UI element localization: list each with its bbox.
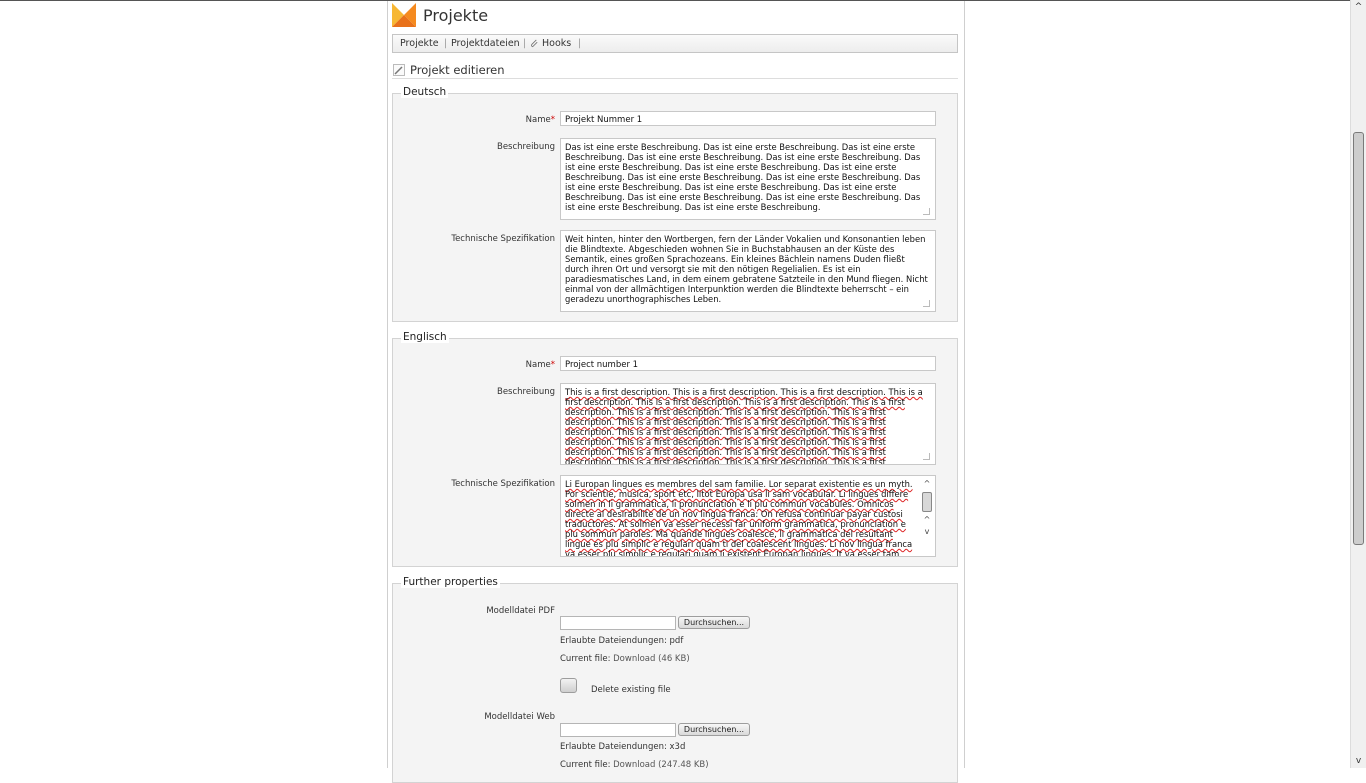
textarea-scrollbar[interactable]: ^ ^ v: [921, 479, 933, 541]
edit-heading: Projekt editieren: [392, 61, 958, 79]
fieldset-englisch: Englisch Name* Project number 1 Beschrei…: [392, 331, 958, 567]
name-label: Name*: [525, 360, 555, 370]
resize-grip-icon[interactable]: [923, 300, 930, 307]
web-file-label: Modelldatei Web: [484, 712, 555, 722]
description-label: Beschreibung: [496, 387, 555, 397]
nav-item-projektdateien[interactable]: Projektdateien: [451, 38, 520, 49]
required-marker: *: [550, 360, 555, 370]
spec-text: Weit hinten, hinter den Wortbergen, fern…: [565, 234, 928, 304]
name-label: Name*: [525, 115, 555, 125]
fieldset-deutsch: Deutsch Name* Projekt Nummer 1 Beschreib…: [392, 86, 958, 322]
required-marker: *: [550, 115, 555, 125]
download-link[interactable]: Download (247.48 KB): [613, 760, 708, 770]
web-file-input[interactable]: [560, 723, 676, 737]
fieldset-further-properties: Further properties Modelldatei PDF Durch…: [392, 576, 958, 783]
paperclip-icon: [531, 39, 538, 48]
page-scrollbar[interactable]: ^ v: [1350, 0, 1366, 768]
page-title: Projekt editieren: [410, 63, 505, 77]
spec-label: Technische Spezifikation: [451, 479, 555, 489]
page-scrollbar-thumb[interactable]: [1353, 132, 1364, 545]
nav-separator: |: [523, 38, 527, 49]
pdf-file-input[interactable]: [560, 616, 676, 630]
edit-pencil-icon: [393, 64, 405, 76]
nav-separator: |: [444, 38, 448, 49]
description-text: Das ist eine erste Beschreibung. Das ist…: [565, 142, 921, 212]
app-logo-icon: [392, 3, 416, 27]
name-input-de[interactable]: Projekt Nummer 1: [560, 111, 936, 126]
nav-separator: |: [578, 38, 582, 49]
delete-file-checkbox[interactable]: [560, 678, 577, 693]
description-text: This is a first description. This is a f…: [565, 387, 923, 465]
resize-grip-icon[interactable]: [923, 453, 930, 460]
allowed-extensions: Erlaubte Dateiendungen: pdf: [560, 636, 684, 646]
description-textarea-de[interactable]: Das ist eine erste Beschreibung. Das ist…: [560, 138, 936, 220]
current-file: Current file: Download (46 KB): [560, 654, 690, 664]
legend-deutsch: Deutsch: [401, 86, 449, 98]
spec-label: Technische Spezifikation: [451, 234, 555, 244]
browse-button[interactable]: Durchsuchen...: [678, 723, 750, 736]
nav-item-hooks[interactable]: Hooks: [542, 38, 571, 49]
spec-textarea-de[interactable]: Weit hinten, hinter den Wortbergen, fern…: [560, 230, 936, 312]
scroll-down-icon[interactable]: v: [1351, 754, 1366, 768]
nav-bar: Projekte | Projektdateien | Hooks |: [392, 34, 958, 53]
pdf-file-label: Modelldatei PDF: [486, 606, 555, 616]
browse-button[interactable]: Durchsuchen...: [678, 616, 750, 629]
description-textarea-en[interactable]: This is a first description. This is a f…: [560, 383, 936, 465]
delete-file-label: Delete existing file: [591, 685, 671, 695]
main-column: Projekte Projekte | Projektdateien | Hoo…: [387, 1, 965, 783]
legend-englisch: Englisch: [401, 331, 449, 343]
scroll-up-icon[interactable]: ^: [921, 479, 933, 489]
download-link[interactable]: Download (46 KB): [613, 654, 690, 664]
scroll-up-icon[interactable]: ^: [921, 515, 933, 525]
legend-further-properties: Further properties: [401, 576, 500, 588]
scroll-up-icon[interactable]: ^: [1351, 0, 1366, 14]
name-input-en[interactable]: Project number 1: [560, 356, 936, 371]
allowed-extensions: Erlaubte Dateiendungen: x3d: [560, 742, 686, 752]
spec-textarea-en[interactable]: Li Europan lingues es membres del sam fa…: [560, 475, 936, 557]
description-label: Beschreibung: [496, 142, 555, 152]
resize-grip-icon[interactable]: [923, 208, 930, 215]
scroll-down-icon[interactable]: v: [921, 527, 933, 537]
current-file: Current file: Download (247.48 KB): [560, 760, 709, 770]
nav-item-projekte[interactable]: Projekte: [400, 38, 439, 49]
spec-text: Li Europan lingues es membres del sam fa…: [565, 479, 913, 557]
app-title: Projekte: [423, 6, 489, 25]
scrollbar-thumb[interactable]: [922, 492, 932, 512]
